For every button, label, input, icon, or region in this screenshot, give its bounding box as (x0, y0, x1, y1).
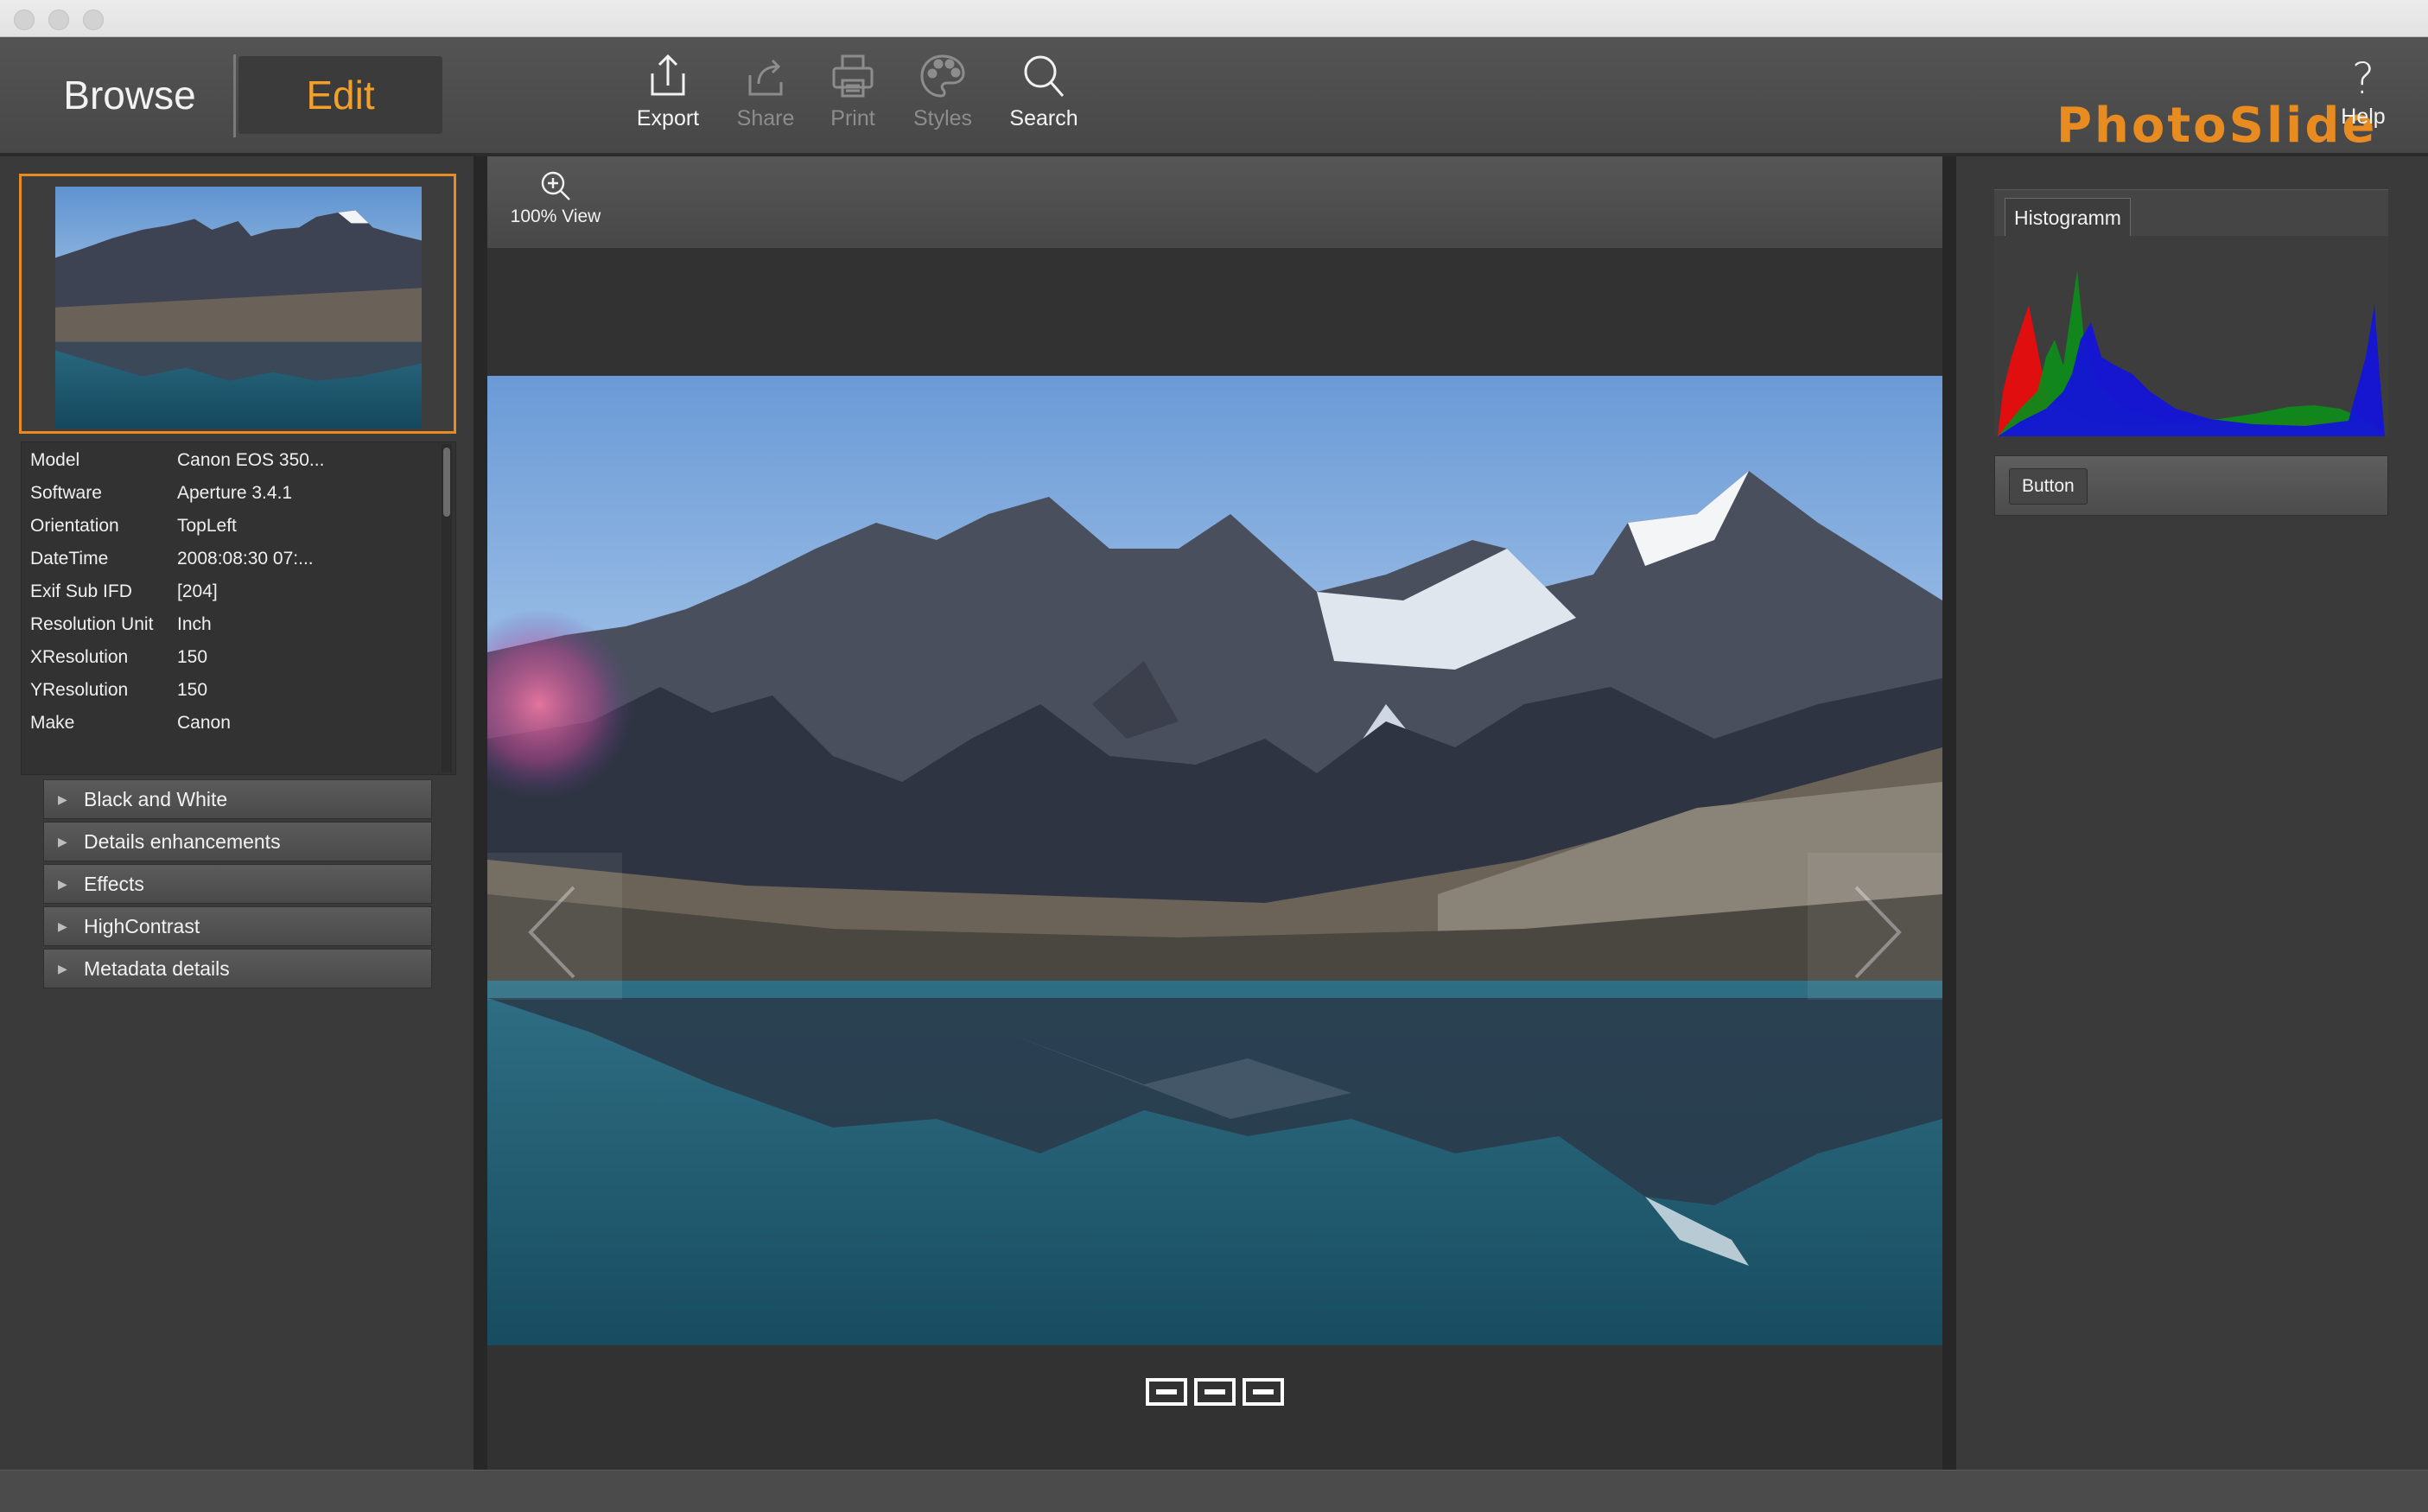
window-zoom-button[interactable] (83, 10, 104, 30)
metadata-key: Model (30, 450, 80, 470)
metadata-value: Canon (177, 713, 231, 733)
metadata-key: Make (30, 713, 75, 733)
page-indicator (1146, 1378, 1284, 1409)
metadata-value: Aperture 3.4.1 (177, 483, 293, 503)
disclosure-triangle-icon[interactable]: ▶ (58, 950, 67, 988)
right-panel-divider[interactable] (1942, 156, 1956, 1470)
main-photo[interactable] (487, 376, 1942, 1345)
adjustment-section-label: Effects (84, 873, 144, 895)
metadata-row: Orientation TopLeft (22, 510, 436, 543)
adjustment-section-label: Metadata details (84, 957, 230, 980)
help-icon: ? (2351, 54, 2375, 104)
tab-histogram[interactable]: Histogramm (2005, 198, 2131, 236)
page-dot[interactable] (1194, 1378, 1236, 1406)
metadata-row: Exif Sub IFD [204] (22, 575, 436, 608)
help-label: Help (2341, 105, 2386, 129)
left-panel-divider[interactable] (474, 156, 487, 1470)
metadata-value: [204] (177, 581, 218, 601)
metadata-row: Model Canon EOS 350... (22, 444, 436, 477)
metadata-value: 150 (177, 680, 208, 700)
viewer-toolbar: 100% View (487, 156, 1942, 248)
page-dot[interactable] (1146, 1378, 1187, 1406)
metadata-table: Model Canon EOS 350... Software Aperture 3.… (21, 442, 456, 775)
mode-separator (233, 54, 236, 137)
styles-label: Styles (912, 106, 973, 130)
metadata-key: Resolution Unit (30, 614, 154, 634)
metadata-row: XResolution 150 (22, 641, 436, 674)
page-dot[interactable] (1243, 1378, 1284, 1406)
help-button[interactable]: ? Help (2333, 54, 2393, 149)
right-sidebar: Histogramm Button (1956, 156, 2428, 1470)
main-toolbar: Browse Edit Export Share Print Styles Se… (0, 37, 2428, 155)
share-icon (748, 59, 783, 96)
button-panel: Button (1994, 455, 2388, 516)
previous-image-button[interactable] (487, 853, 622, 1000)
left-sidebar: Model Canon EOS 350... Software Aperture 3.… (0, 156, 474, 1470)
chevron-right-icon (1854, 886, 1902, 979)
adjustment-section[interactable]: ▶ Black and White (43, 779, 432, 819)
metadata-value: TopLeft (177, 516, 237, 536)
styles-button[interactable]: Styles (891, 51, 995, 146)
export-label: Export (636, 106, 700, 130)
browse-mode-button[interactable]: Browse (26, 56, 233, 134)
metadata-key: DateTime (30, 549, 109, 569)
generic-button[interactable]: Button (2009, 468, 2088, 505)
disclosure-triangle-icon[interactable]: ▶ (58, 865, 67, 903)
metadata-row: DateTime 2008:08:30 07:... (22, 543, 436, 575)
window-titlebar (0, 0, 2428, 37)
adjustment-section-label: Black and White (84, 788, 228, 810)
metadata-scrollbar[interactable] (442, 444, 452, 772)
disclosure-triangle-icon[interactable]: ▶ (58, 907, 67, 945)
search-button[interactable]: Search (992, 51, 1096, 146)
metadata-key: Orientation (30, 516, 119, 536)
adjustment-section-label: HighContrast (84, 915, 200, 937)
metadata-key: Exif Sub IFD (30, 581, 132, 601)
zoom-100-button[interactable]: 100% View (508, 168, 603, 238)
metadata-key: YResolution (30, 680, 129, 700)
adjustments-list: ▶ Black and White ▶ Details enhancements ▶ Ef… (43, 779, 432, 991)
chevron-left-icon (528, 886, 575, 979)
adjustment-section-label: Details enhancements (84, 830, 281, 853)
print-label: Print (830, 106, 875, 130)
export-button[interactable]: Export (616, 51, 720, 146)
window-close-button[interactable] (14, 10, 35, 30)
metadata-value: Inch (177, 614, 212, 634)
metadata-value: Canon EOS 350... (177, 450, 325, 470)
adjustment-section[interactable]: ▶ Effects (43, 864, 432, 904)
thumbnail-image (55, 187, 422, 429)
search-icon (1024, 55, 1065, 97)
export-icon (651, 54, 685, 96)
print-button[interactable]: Print (801, 51, 905, 146)
image-viewer: 100% View (487, 156, 1942, 1470)
zoom-in-icon (541, 171, 570, 200)
metadata-key: Software (30, 483, 102, 503)
metadata-key: XResolution (30, 647, 129, 667)
palette-icon (920, 54, 965, 98)
search-label: Search (1009, 106, 1078, 130)
disclosure-triangle-icon[interactable]: ▶ (58, 823, 67, 861)
disclosure-triangle-icon[interactable]: ▶ (58, 780, 67, 818)
zoom-label: 100% View (510, 206, 601, 226)
app-brand-logo: PhotoSlide (2056, 98, 2378, 154)
window-minimize-button[interactable] (48, 10, 69, 30)
edit-mode-button[interactable]: Edit (238, 56, 442, 134)
metadata-value: 2008:08:30 07:... (177, 549, 314, 569)
adjustment-section[interactable]: ▶ Details enhancements (43, 822, 432, 861)
metadata-row: Resolution Unit Inch (22, 608, 436, 641)
metadata-value: 150 (177, 647, 208, 667)
next-image-button[interactable] (1808, 853, 1942, 1000)
metadata-scroll-thumb[interactable] (443, 448, 450, 517)
metadata-row: Make Canon (22, 707, 436, 740)
selected-thumbnail[interactable] (19, 174, 456, 434)
histogram-chart (1994, 236, 2388, 436)
print-icon (832, 54, 874, 98)
adjustment-section[interactable]: ▶ Metadata details (43, 949, 432, 988)
status-bar (0, 1470, 2428, 1512)
metadata-row: Software Aperture 3.4.1 (22, 477, 436, 510)
adjustment-section[interactable]: ▶ HighContrast (43, 906, 432, 946)
metadata-row: YResolution 150 (22, 674, 436, 707)
